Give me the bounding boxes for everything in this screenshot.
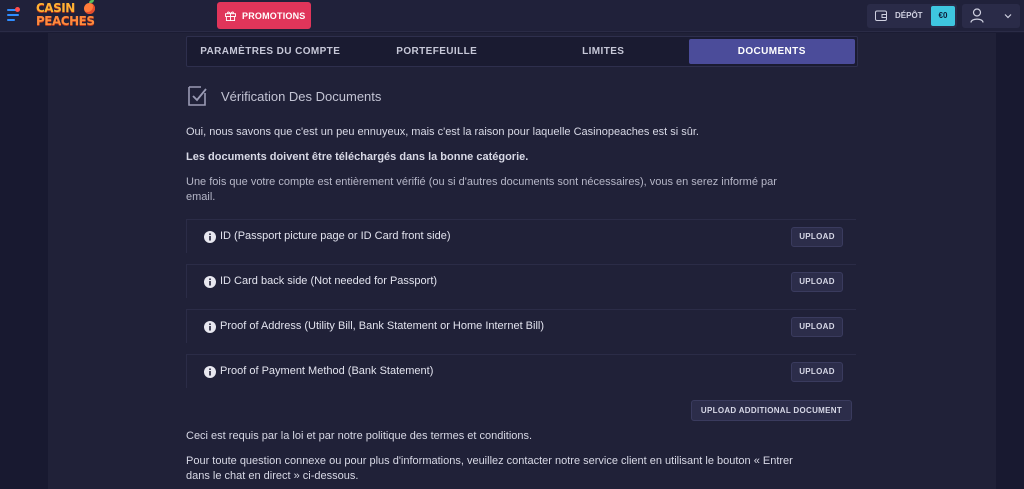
document-label: Proof of Address (Utility Bill, Bank Sta… [220,320,545,332]
upload-additional-document-button[interactable]: UPLOAD ADDITIONAL DOCUMENT [691,400,852,421]
notification-dot [15,7,20,12]
legal-note: Ceci est requis par la loi et par notre … [186,430,533,442]
notification-info-line1: Une fois que votre compte est entièremen… [186,176,777,188]
document-row-id-back: ID Card back side (Not needed for Passpo… [186,264,856,298]
upload-button[interactable]: UPLOAD [791,317,843,337]
promotions-button[interactable]: PROMOTIONS [217,2,311,29]
notification-info-line2: email. [186,191,216,203]
peach-icon [84,0,95,14]
contact-info-line2: dans le chat en direct » ci-dessous. [186,470,359,482]
document-row-proof-of-address: Proof of Address (Utility Bill, Bank Sta… [186,309,856,343]
info-icon [204,366,216,378]
chevron-down-icon [1004,14,1012,19]
account-menu[interactable] [962,4,1020,28]
category-note: Les documents doivent être téléchargés d… [186,151,529,163]
document-label: ID (Passport picture page or ID Card fro… [220,230,451,242]
gift-icon [225,11,236,21]
promotions-label: PROMOTIONS [242,10,306,21]
casino-peaches-logo[interactable]: CASIN PEACHES [36,0,100,30]
account-tabs: PARAMÈTRES DU COMPTE PORTEFEUILLE LIMITE… [186,36,858,67]
document-row-proof-of-payment: Proof of Payment Method (Bank Statement)… [186,354,856,388]
left-sidebar-background [0,33,48,489]
user-icon [970,8,984,23]
document-row-id-front: ID (Passport picture page or ID Card fro… [186,219,856,253]
tab-account-settings[interactable]: PARAMÈTRES DU COMPTE [187,37,354,66]
intro-text: Oui, nous savons que c'est un peu ennuye… [186,126,699,138]
top-header: CASIN PEACHES PROMOTIONS DÉPÔT €0 [0,0,1024,32]
balance-badge: €0 [931,6,955,26]
document-label: ID Card back side (Not needed for Passpo… [220,275,438,287]
deposit-label: DÉPÔT [895,11,923,20]
right-sidebar-background [996,33,1024,489]
contact-info-line1: Pour toute question connexe ou pour plus… [186,455,793,467]
page-title: Vérification Des Documents [221,89,382,104]
upload-button[interactable]: UPLOAD [791,272,843,292]
info-icon [204,231,216,243]
document-label: Proof of Payment Method (Bank Statement) [220,365,434,377]
tab-wallet[interactable]: PORTEFEUILLE [354,37,521,66]
document-check-icon [188,86,207,106]
tab-documents[interactable]: DOCUMENTS [688,39,855,64]
wallet-icon [875,10,887,21]
logo-text-bottom: PEACHES [36,14,95,28]
upload-button[interactable]: UPLOAD [791,227,843,247]
info-icon [204,321,216,333]
upload-button[interactable]: UPLOAD [791,362,843,382]
deposit-button[interactable]: DÉPÔT €0 [867,4,957,28]
tab-limits[interactable]: LIMITES [520,37,687,66]
info-icon [204,276,216,288]
